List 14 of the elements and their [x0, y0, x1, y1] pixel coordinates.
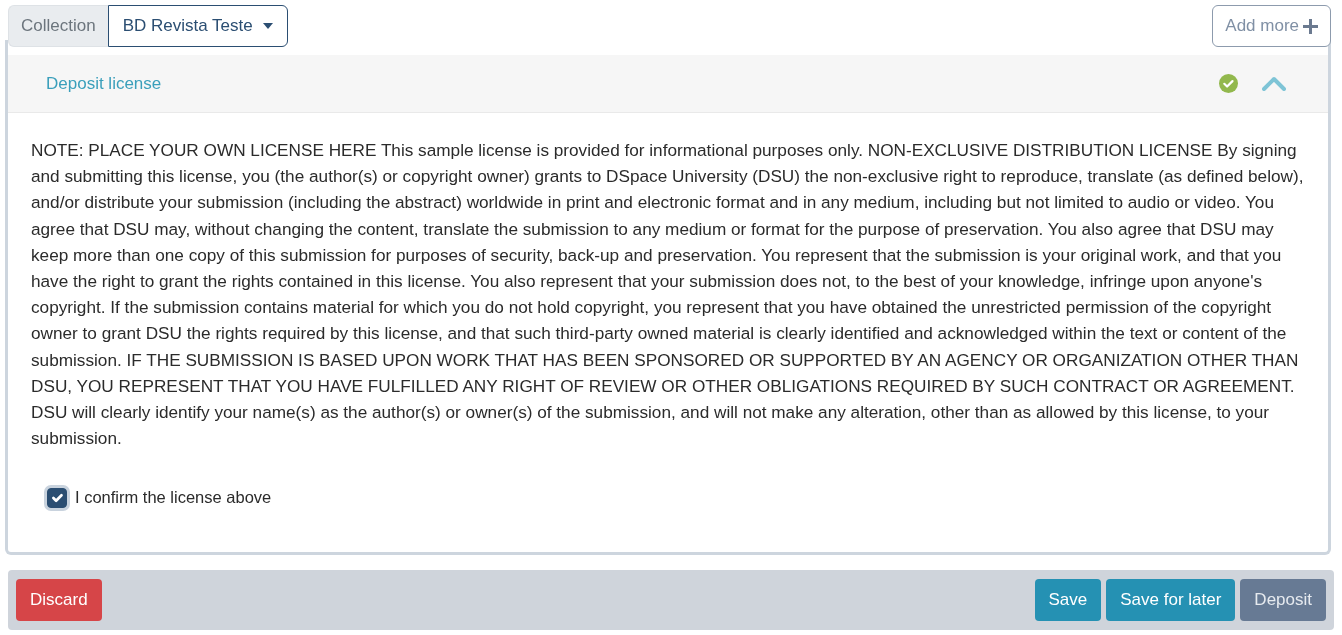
- confirm-checkbox[interactable]: [47, 487, 67, 508]
- save-button[interactable]: Save: [1034, 579, 1102, 622]
- section-header[interactable]: Deposit license: [8, 55, 1328, 113]
- collection-label: Collection: [8, 5, 108, 47]
- collection-dropdown[interactable]: BD Revista Teste: [107, 5, 288, 47]
- deposit-button[interactable]: Deposit: [1240, 579, 1326, 622]
- confirm-label[interactable]: I confirm the license above: [75, 485, 272, 511]
- save-for-later-button[interactable]: Save for later: [1106, 579, 1236, 622]
- add-more-button[interactable]: Add more: [1212, 5, 1331, 47]
- caret-icon: [262, 23, 273, 29]
- chevron-up-icon: [1262, 76, 1286, 91]
- license-text: NOTE: PLACE YOUR OWN LICENSE HERE This sample license is provided for informational purposes only. NON-EXCLUSIVE DISTRIBUTION LICENSE By signing and submitting this license, you (the author(s) or copyright owner) grants to DSpace University (DSU) the non-exclusive right to reproduce, translate (as defined below), and/or distribute your submission (including the abstract) worldwide in print and electronic format and in any medium, including but not limited to audio or video. You agree that DSU may, without changing the content, translate the submission to any medium or format for the purpose of preservation. You also agree that DSU may keep more than one copy of this submission for purposes of security, back-up and preservation. You represent that the submission is your original work, and that you have the right to grant the rights contained in this license. You also represent that your submission does not, to the best of your knowledge, infringe upon anyone's copyright. If the submission contains material for which you do not hold copyright, you represent that you have obtained the unrestricted permission of the copyright owner to grant DSU the rights required by this license, and that such third-party owned material is clearly identified and acknowledged within the text or content of the submission. IF THE SUBMISSION IS BASED UPON WORK THAT HAS BEEN SPONSORED OR SUPPORTED BY AN AGENCY OR ORGANIZATION OTHER THAN DSU, YOU REPRESENT THAT YOU HAVE FULFILLED ANY RIGHT OF REVIEW OR OTHER OBLIGATIONS REQUIRED BY SUCH CONTRACT OR AGREEMENT. DSU will clearly identify your name(s) as the author(s) or owner(s) of the submission, and will not make any alteration, other than as allowed by this license, to your submission.: [31, 139, 1305, 451]
- plus-icon: [1303, 18, 1318, 34]
- discard-button[interactable]: Discard: [16, 579, 102, 622]
